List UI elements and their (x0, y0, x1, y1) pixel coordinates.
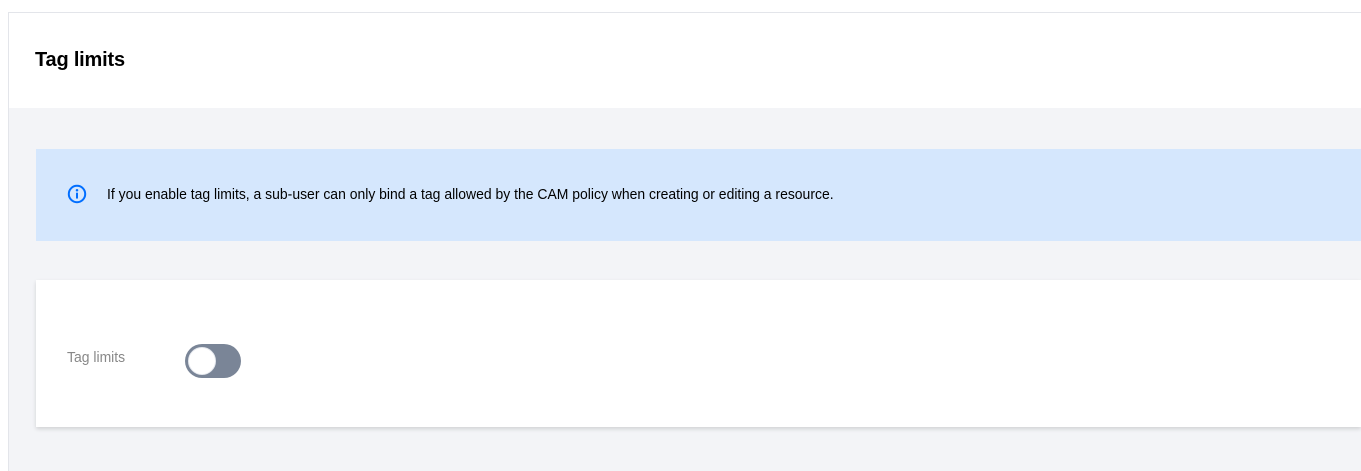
info-banner: If you enable tag limits, a sub-user can… (36, 149, 1361, 241)
tag-limits-page: Tag limits If you enable tag limits, a s… (8, 12, 1361, 471)
page-title: Tag limits (35, 49, 125, 71)
toggle-knob (188, 347, 216, 375)
page-header: Tag limits (9, 13, 1361, 108)
info-banner-text: If you enable tag limits, a sub-user can… (107, 186, 834, 203)
settings-card: Tag limits (36, 280, 1361, 427)
tag-limits-toggle[interactable] (185, 344, 241, 378)
tag-limits-label: Tag limits (67, 349, 126, 366)
info-circle-icon (67, 184, 87, 204)
